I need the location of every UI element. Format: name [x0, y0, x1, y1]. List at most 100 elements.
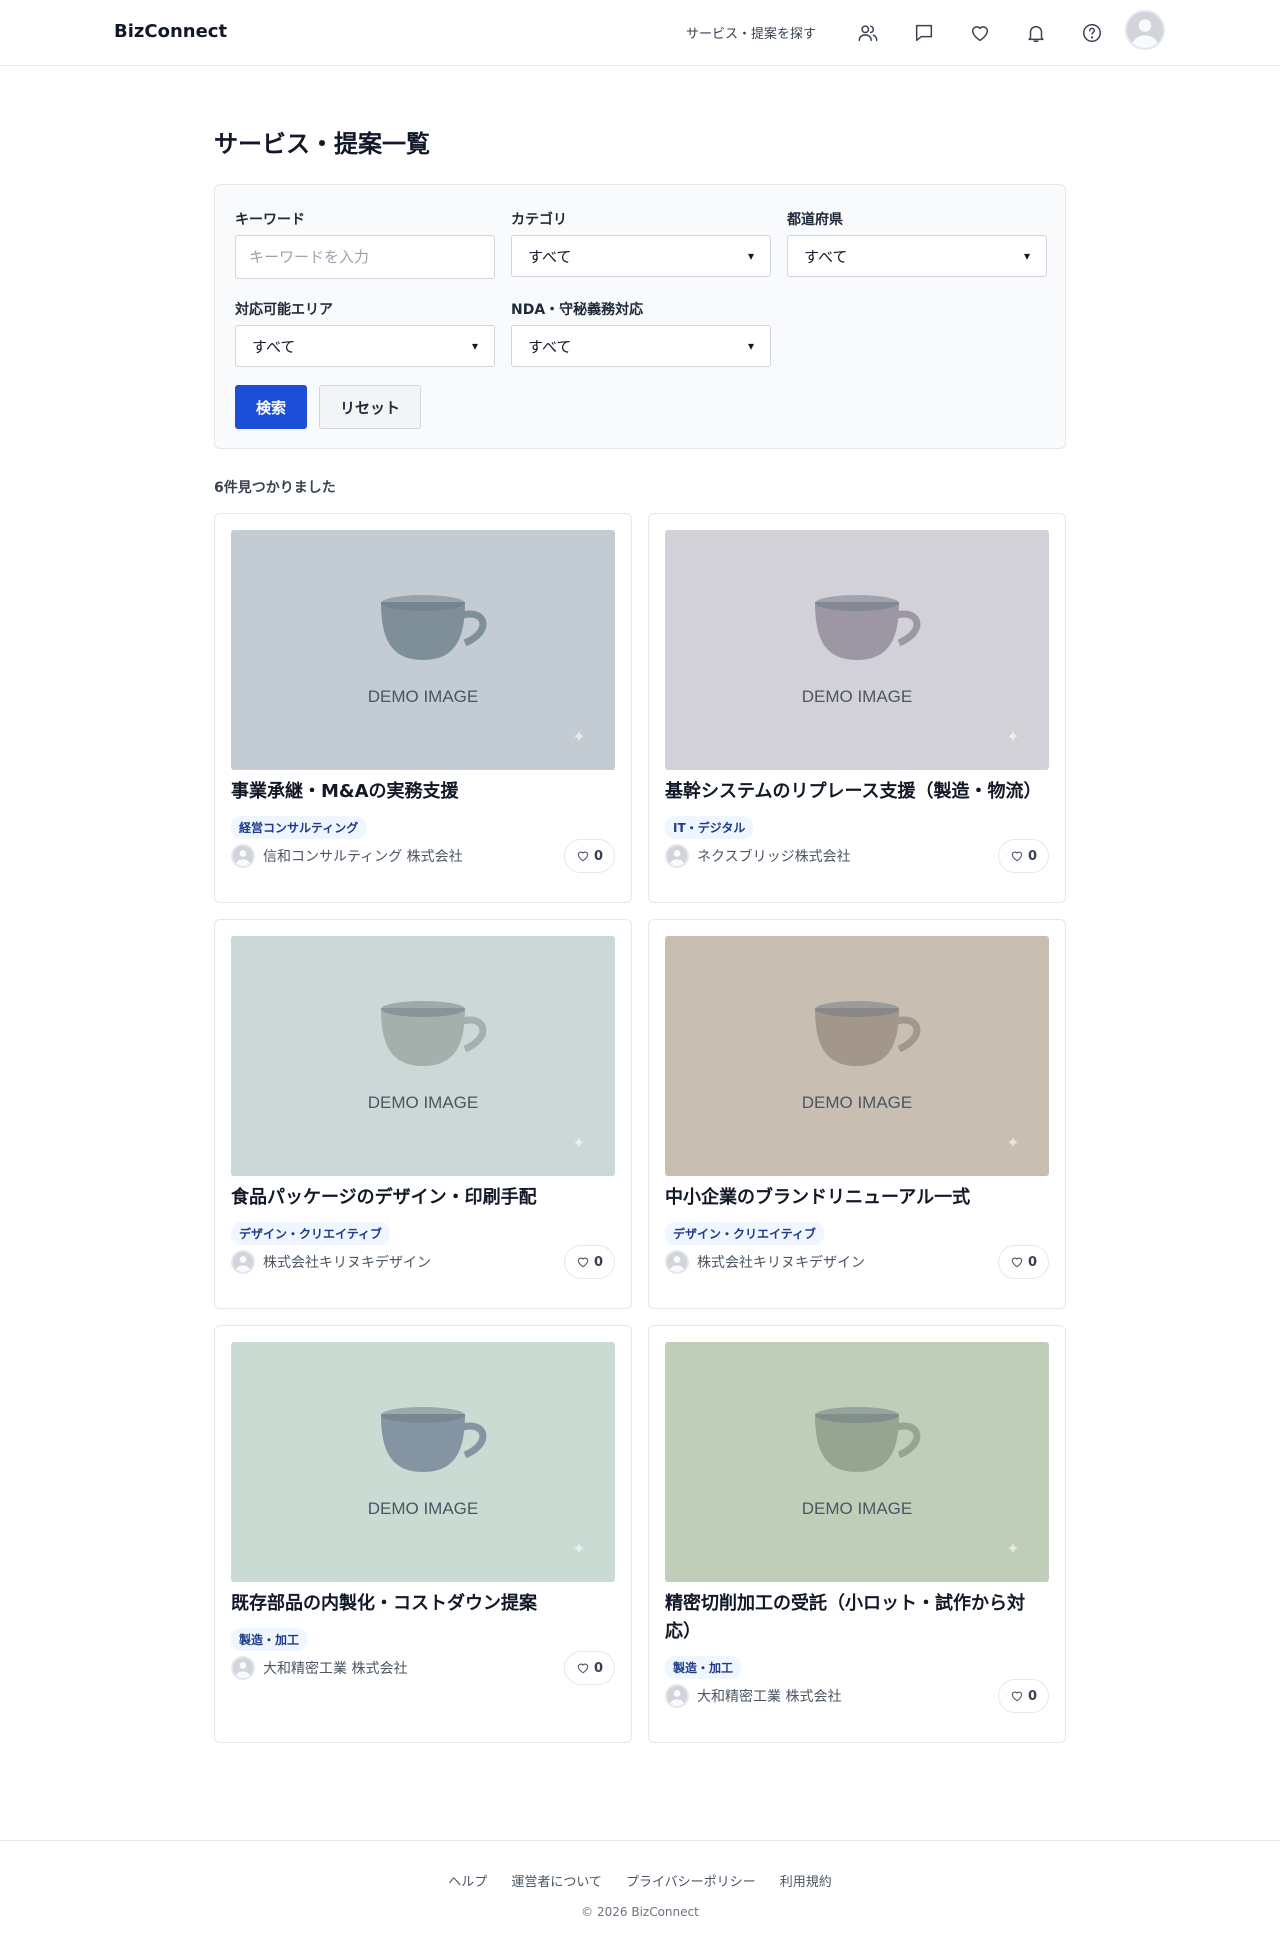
like-button[interactable]: 0	[998, 1679, 1049, 1713]
service-card[interactable]: DEMO IMAGE ✦ 精密切削加工の受託（小ロット・試作から対応） 製造・加…	[648, 1325, 1066, 1743]
card-image[interactable]: DEMO IMAGE ✦	[231, 936, 615, 1176]
company-avatar	[231, 1250, 255, 1274]
sparkle-icon: ✦	[1006, 1133, 1019, 1152]
chevron-down-icon: ▾	[1023, 249, 1030, 263]
company-row[interactable]: 大和精密工業 株式会社	[231, 1656, 407, 1680]
service-card[interactable]: DEMO IMAGE ✦ 基幹システムのリプレース支援（製造・物流） IT・デジ…	[648, 513, 1066, 903]
top-header: BizConnect サービス・提案を探す	[0, 0, 1280, 66]
card-image-text: DEMO IMAGE	[368, 1093, 479, 1112]
heart-icon	[1011, 1257, 1023, 1268]
user-avatar[interactable]	[1125, 10, 1165, 50]
area-select[interactable]: すべて ▾	[235, 325, 495, 367]
heart-icon	[577, 1663, 589, 1674]
category-tag[interactable]: 経営コンサルティング	[231, 816, 367, 839]
chevron-down-icon: ▾	[471, 339, 478, 353]
chat-icon[interactable]	[910, 19, 938, 47]
nda-select[interactable]: すべて ▾	[511, 325, 771, 367]
card-title[interactable]: 中小企業のブランドリニューアル一式	[665, 1184, 1049, 1212]
heart-icon[interactable]	[966, 19, 994, 47]
card-image-text: DEMO IMAGE	[802, 1093, 913, 1112]
card-image[interactable]: DEMO IMAGE ✦	[665, 1342, 1049, 1582]
like-button[interactable]: 0	[564, 1245, 615, 1279]
category-tag[interactable]: 製造・加工	[665, 1656, 742, 1679]
prefecture-select-value: すべて	[804, 247, 848, 266]
company-avatar	[231, 844, 255, 868]
service-card[interactable]: DEMO IMAGE ✦ 食品パッケージのデザイン・印刷手配 デザイン・クリエイ…	[214, 919, 632, 1309]
sparkle-icon: ✦	[572, 727, 585, 746]
card-image[interactable]: DEMO IMAGE ✦	[665, 936, 1049, 1176]
card-image-text: DEMO IMAGE	[368, 1499, 479, 1518]
like-count: 0	[1027, 1254, 1038, 1270]
result-count: 6件見つかりました	[214, 480, 336, 496]
card-image-text: DEMO IMAGE	[802, 687, 913, 706]
heart-icon	[577, 1257, 589, 1268]
card-image-text: DEMO IMAGE	[368, 687, 479, 706]
like-count: 0	[593, 1254, 604, 1270]
like-count: 0	[593, 1660, 604, 1676]
card-image[interactable]: DEMO IMAGE ✦	[231, 1342, 615, 1582]
nav-find-services-link[interactable]: サービス・提案を探す	[686, 23, 816, 42]
footer-link-terms[interactable]: 利用規約	[780, 1871, 832, 1890]
heart-icon	[577, 851, 589, 862]
category-tag[interactable]: 製造・加工	[231, 1628, 308, 1651]
category-tag[interactable]: デザイン・クリエイティブ	[231, 1222, 391, 1245]
service-card[interactable]: DEMO IMAGE ✦ 既存部品の内製化・コストダウン提案 製造・加工 大和精…	[214, 1325, 632, 1743]
footer-links: ヘルプ 運営者について プライバシーポリシー 利用規約	[0, 1871, 1280, 1890]
sparkle-icon: ✦	[572, 1539, 585, 1558]
area-label: 対応可能エリア	[235, 302, 333, 318]
footer-link-help[interactable]: ヘルプ	[448, 1871, 487, 1890]
footer-link-privacy[interactable]: プライバシーポリシー	[626, 1871, 756, 1890]
card-title[interactable]: 既存部品の内製化・コストダウン提案	[231, 1590, 615, 1618]
category-tag[interactable]: IT・デジタル	[665, 816, 754, 839]
help-icon[interactable]	[1078, 19, 1106, 47]
like-button[interactable]: 0	[564, 839, 615, 873]
prefecture-label: 都道府県	[787, 212, 843, 228]
like-button[interactable]: 0	[564, 1651, 615, 1685]
card-image[interactable]: DEMO IMAGE ✦	[231, 530, 615, 770]
card-title[interactable]: 精密切削加工の受託（小ロット・試作から対応）	[665, 1590, 1049, 1646]
company-avatar	[665, 1684, 689, 1708]
service-card[interactable]: DEMO IMAGE ✦ 中小企業のブランドリニューアル一式 デザイン・クリエイ…	[648, 919, 1066, 1309]
company-name: 信和コンサルティング 株式会社	[263, 849, 463, 865]
company-row[interactable]: 株式会社キリヌキデザイン	[665, 1250, 865, 1274]
company-row[interactable]: 信和コンサルティング 株式会社	[231, 844, 463, 868]
card-image-text: DEMO IMAGE	[802, 1499, 913, 1518]
like-button[interactable]: 0	[998, 839, 1049, 873]
footer: ヘルプ 運営者について プライバシーポリシー 利用規約 © 2026 BizCo…	[0, 1840, 1280, 1935]
card-title[interactable]: 食品パッケージのデザイン・印刷手配	[231, 1184, 615, 1212]
like-count: 0	[1027, 1688, 1038, 1704]
prefecture-select[interactable]: すべて ▾	[787, 235, 1047, 277]
card-title[interactable]: 事業承継・M&Aの実務支援	[231, 778, 615, 806]
service-card[interactable]: DEMO IMAGE ✦ 事業承継・M&Aの実務支援 経営コンサルティング 信和…	[214, 513, 632, 903]
company-row[interactable]: 株式会社キリヌキデザイン	[231, 1250, 431, 1274]
company-row[interactable]: 大和精密工業 株式会社	[665, 1684, 841, 1708]
search-button[interactable]: 検索	[235, 385, 307, 429]
category-select-value: すべて	[528, 247, 572, 266]
footer-link-about[interactable]: 運営者について	[511, 1871, 602, 1890]
nda-select-value: すべて	[528, 337, 572, 356]
company-row[interactable]: ネクスブリッジ株式会社	[665, 844, 851, 868]
sparkle-icon: ✦	[1006, 1539, 1019, 1558]
company-name: 大和精密工業 株式会社	[263, 1661, 408, 1677]
keyword-label: キーワード	[235, 212, 305, 228]
like-count: 0	[593, 848, 604, 864]
category-select[interactable]: すべて ▾	[511, 235, 771, 277]
card-title[interactable]: 基幹システムのリプレース支援（製造・物流）	[665, 778, 1049, 806]
bell-icon[interactable]	[1022, 19, 1050, 47]
card-image[interactable]: DEMO IMAGE ✦	[665, 530, 1049, 770]
company-avatar	[231, 1656, 255, 1680]
keyword-input[interactable]	[235, 235, 495, 279]
sparkle-icon: ✦	[572, 1133, 585, 1152]
category-tag[interactable]: デザイン・クリエイティブ	[665, 1222, 825, 1245]
reset-button[interactable]: リセット	[319, 385, 421, 429]
company-avatar	[665, 844, 689, 868]
users-icon[interactable]	[854, 19, 882, 47]
area-select-value: すべて	[252, 337, 296, 356]
company-name: ネクスブリッジ株式会社	[697, 849, 851, 865]
sparkle-icon: ✦	[1006, 727, 1019, 746]
nda-label: NDA・守秘義務対応	[511, 302, 644, 318]
like-button[interactable]: 0	[998, 1245, 1049, 1279]
logo[interactable]: BizConnect	[114, 21, 227, 42]
heart-icon	[1011, 1691, 1023, 1702]
company-avatar	[665, 1250, 689, 1274]
